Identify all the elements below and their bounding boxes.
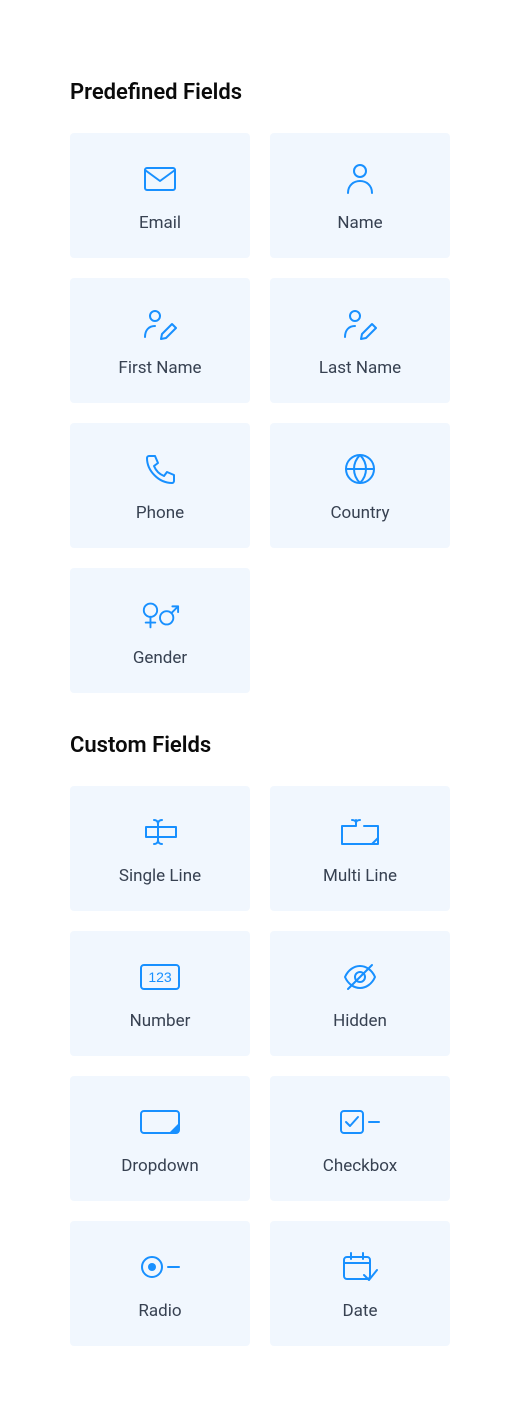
field-radio-label: Radio (138, 1301, 181, 1321)
dropdown-box-icon (140, 1102, 180, 1142)
predefined-fields-grid: Email Name First Name (70, 133, 450, 693)
field-date-card[interactable]: Date (270, 1221, 450, 1346)
eye-off-icon (340, 957, 380, 997)
field-email-card[interactable]: Email (70, 133, 250, 258)
field-number-label: Number (130, 1011, 191, 1031)
field-gender-label: Gender (133, 648, 187, 668)
field-picker-page: Predefined Fields Email Name (0, 0, 520, 1406)
custom-fields-grid: Single Line Multi Line 123 Number (70, 786, 450, 1346)
envelope-icon (140, 159, 180, 199)
field-last-name-card[interactable]: Last Name (270, 278, 450, 403)
field-checkbox-card[interactable]: Checkbox (270, 1076, 450, 1201)
field-radio-card[interactable]: Radio (70, 1221, 250, 1346)
gender-icon (140, 594, 180, 634)
number-box-icon: 123 (140, 957, 180, 997)
person-edit-icon (140, 304, 180, 344)
field-last-name-label: Last Name (319, 358, 401, 378)
field-country-label: Country (330, 503, 389, 523)
svg-text:123: 123 (148, 969, 172, 985)
field-single-line-card[interactable]: Single Line (70, 786, 250, 911)
field-phone-label: Phone (136, 503, 184, 523)
field-phone-card[interactable]: Phone (70, 423, 250, 548)
person-icon (340, 159, 380, 199)
field-multi-line-label: Multi Line (323, 866, 397, 886)
predefined-fields-heading: Predefined Fields (70, 80, 450, 105)
textarea-icon (340, 812, 380, 852)
checkbox-icon (340, 1102, 380, 1142)
field-number-card[interactable]: 123 Number (70, 931, 250, 1056)
calendar-check-icon (340, 1247, 380, 1287)
field-dropdown-label: Dropdown (121, 1156, 198, 1176)
field-first-name-label: First Name (118, 358, 201, 378)
field-name-label: Name (337, 213, 382, 233)
field-dropdown-card[interactable]: Dropdown (70, 1076, 250, 1201)
field-hidden-card[interactable]: Hidden (270, 931, 450, 1056)
field-gender-card[interactable]: Gender (70, 568, 250, 693)
globe-icon (340, 449, 380, 489)
field-date-label: Date (343, 1301, 378, 1321)
phone-icon (140, 449, 180, 489)
custom-fields-heading: Custom Fields (70, 733, 450, 758)
field-name-card[interactable]: Name (270, 133, 450, 258)
field-email-label: Email (139, 213, 181, 233)
field-single-line-label: Single Line (119, 866, 201, 886)
field-first-name-card[interactable]: First Name (70, 278, 250, 403)
field-hidden-label: Hidden (333, 1011, 387, 1031)
person-edit-icon (340, 304, 380, 344)
field-checkbox-label: Checkbox (323, 1156, 397, 1176)
radio-dash-icon (140, 1247, 180, 1287)
text-cursor-icon (140, 812, 180, 852)
field-multi-line-card[interactable]: Multi Line (270, 786, 450, 911)
field-country-card[interactable]: Country (270, 423, 450, 548)
